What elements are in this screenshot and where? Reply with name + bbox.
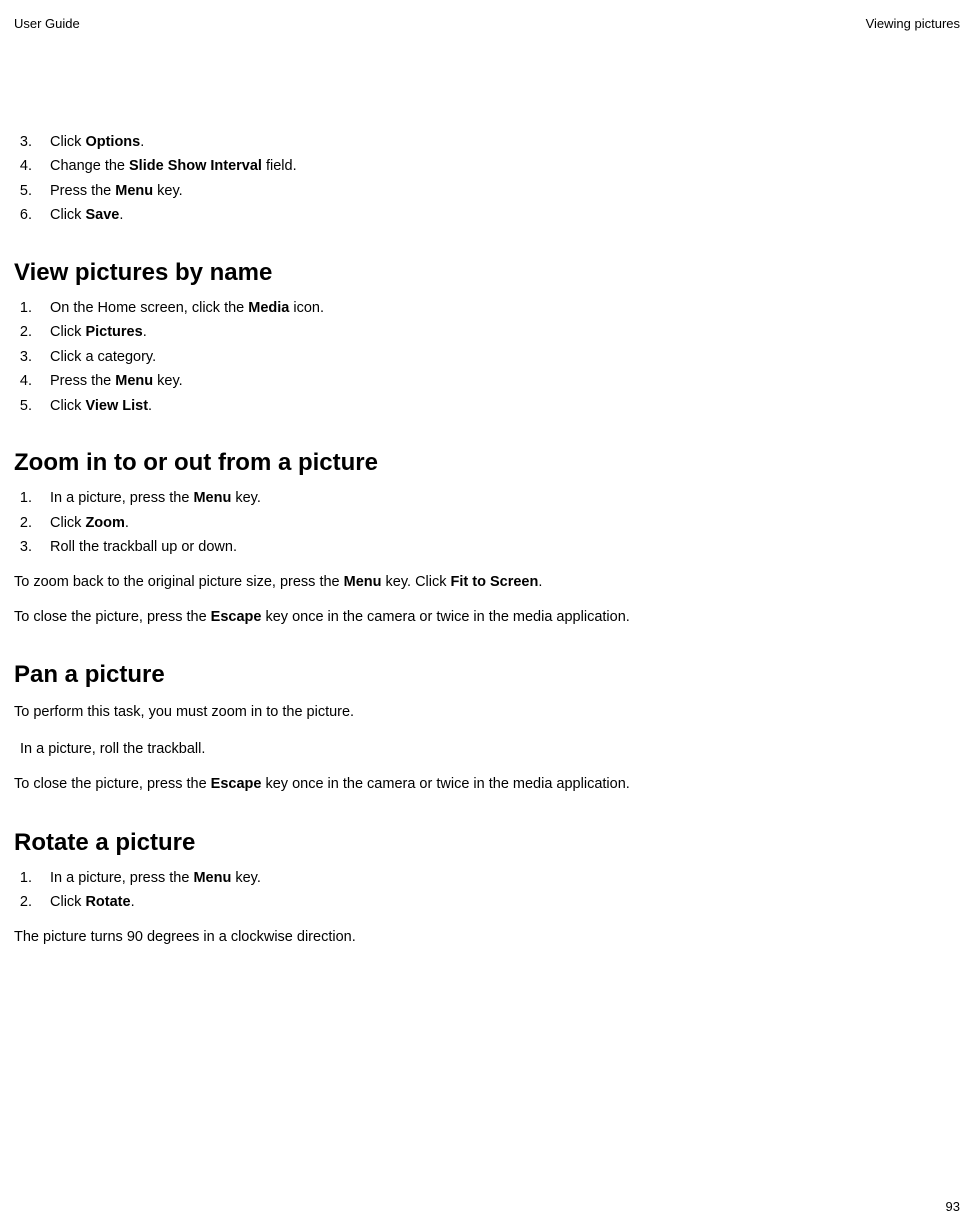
list-item: 2. Click Pictures.: [14, 321, 960, 343]
section2-para2: To close the picture, press the Escape k…: [14, 606, 960, 629]
section4-list: 1. In a picture, press the Menu key. 2. …: [14, 867, 960, 914]
section2-para1: To zoom back to the original picture siz…: [14, 571, 960, 594]
page-header: User Guide Viewing pictures: [14, 16, 960, 31]
list-number: 1.: [14, 487, 36, 509]
list-item: 2. Click Zoom.: [14, 512, 960, 534]
list-item: 5. Press the Menu key.: [14, 180, 960, 202]
section4-para1: The picture turns 90 degrees in a clockw…: [14, 926, 960, 949]
list-number: 4.: [14, 370, 36, 392]
page-number: 93: [946, 1199, 960, 1214]
list-item: 6. Click Save.: [14, 204, 960, 226]
list-content: Click Options.: [36, 131, 144, 153]
list-item: 3. Click a category.: [14, 346, 960, 368]
list-content: Change the Slide Show Interval field.: [36, 155, 297, 177]
list-number: 4.: [14, 155, 36, 177]
list-content: Click Save.: [36, 204, 123, 226]
section-heading-pan: Pan a picture: [14, 661, 960, 689]
list-content: Press the Menu key.: [36, 180, 183, 202]
section-heading-rotate: Rotate a picture: [14, 829, 960, 857]
list-number: 3.: [14, 536, 36, 558]
list-content: In a picture, press the Menu key.: [36, 487, 261, 509]
list-content: In a picture, press the Menu key.: [36, 867, 261, 889]
list-content: Click Zoom.: [36, 512, 129, 534]
section-heading-view-by-name: View pictures by name: [14, 259, 960, 287]
list-number: 2.: [14, 891, 36, 913]
list-number: 2.: [14, 321, 36, 343]
list-content: Click View List.: [36, 395, 152, 417]
section1-list: 1. On the Home screen, click the Media i…: [14, 297, 960, 417]
list-content: On the Home screen, click the Media icon…: [36, 297, 324, 319]
list-content: Click Rotate.: [36, 891, 135, 913]
list-number: 6.: [14, 204, 36, 226]
list-number: 5.: [14, 395, 36, 417]
header-left: User Guide: [14, 16, 80, 31]
list-content: Press the Menu key.: [36, 370, 183, 392]
list-item: 3. Roll the trackball up or down.: [14, 536, 960, 558]
list-item: 4. Press the Menu key.: [14, 370, 960, 392]
section-heading-zoom: Zoom in to or out from a picture: [14, 449, 960, 477]
list-number: 3.: [14, 346, 36, 368]
section2-list: 1. In a picture, press the Menu key. 2. …: [14, 487, 960, 558]
list-number: 1.: [14, 297, 36, 319]
list-item: 3. Click Options.: [14, 131, 960, 153]
list-item: 1. In a picture, press the Menu key.: [14, 487, 960, 509]
list-number: 2.: [14, 512, 36, 534]
list-content: Click Pictures.: [36, 321, 147, 343]
list-item: 1. In a picture, press the Menu key.: [14, 867, 960, 889]
section3-para2: In a picture, roll the trackball.: [14, 738, 960, 761]
list-content: Roll the trackball up or down.: [36, 536, 237, 558]
list-number: 5.: [14, 180, 36, 202]
list-item: 1. On the Home screen, click the Media i…: [14, 297, 960, 319]
intro-list: 3. Click Options. 4. Change the Slide Sh…: [14, 131, 960, 227]
header-right: Viewing pictures: [866, 16, 960, 31]
list-content: Click a category.: [36, 346, 156, 368]
list-item: 5. Click View List.: [14, 395, 960, 417]
section3-para3: To close the picture, press the Escape k…: [14, 773, 960, 796]
list-item: 4. Change the Slide Show Interval field.: [14, 155, 960, 177]
list-number: 3.: [14, 131, 36, 153]
list-number: 1.: [14, 867, 36, 889]
list-item: 2. Click Rotate.: [14, 891, 960, 913]
section3-para1: To perform this task, you must zoom in t…: [14, 701, 960, 724]
